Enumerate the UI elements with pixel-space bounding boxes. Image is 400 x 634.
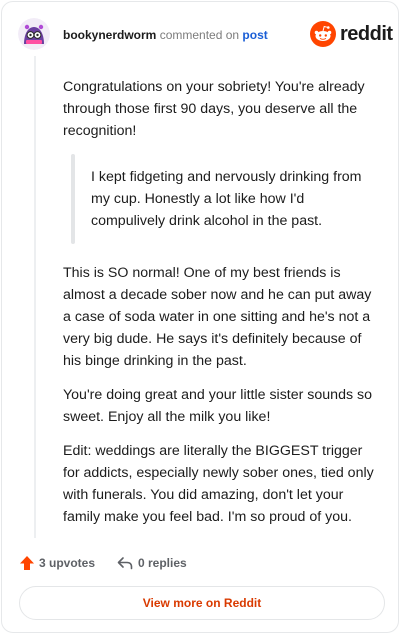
- view-more-button[interactable]: View more on Reddit: [19, 586, 385, 620]
- post-link[interactable]: post: [242, 28, 267, 42]
- comment-paragraph: Edit: weddings are literally the BIGGEST…: [63, 443, 374, 525]
- reply-arrow-icon: [117, 557, 133, 570]
- username-link[interactable]: bookynerdworm: [63, 28, 156, 42]
- comment-paragraph: This is SO normal! One of my best friend…: [63, 265, 372, 369]
- comment-paragraph: You're doing great and your little siste…: [63, 387, 372, 425]
- blockquote-text: I kept fidgeting and nervously drinking …: [91, 169, 362, 229]
- comment-paragraph: Congratulations on your sobriety! You're…: [63, 79, 365, 139]
- thread-line: [34, 56, 36, 538]
- comment-header: bookynerdworm commented on post reddit: [18, 16, 393, 56]
- comment-meta: bookynerdworm commented on post: [63, 28, 268, 42]
- blockquote: I kept fidgeting and nervously drinking …: [71, 154, 375, 244]
- upvote-arrow-icon: [20, 556, 34, 570]
- reddit-wordmark: reddit: [340, 23, 393, 45]
- reddit-brand[interactable]: reddit: [310, 21, 393, 47]
- avatar[interactable]: [18, 18, 50, 50]
- comment-body: Congratulations on your sobriety! You're…: [63, 76, 375, 540]
- reddit-logo-icon: [310, 21, 336, 47]
- upvote-button[interactable]: 3 upvotes: [19, 553, 129, 573]
- reply-button[interactable]: 0 replies: [117, 553, 227, 573]
- reply-count: 0 replies: [138, 556, 187, 570]
- comment-action-text: commented on: [156, 28, 243, 42]
- comment-embed-card: bookynerdworm commented on post reddit C…: [1, 1, 399, 633]
- upvote-count: 3 upvotes: [39, 556, 96, 570]
